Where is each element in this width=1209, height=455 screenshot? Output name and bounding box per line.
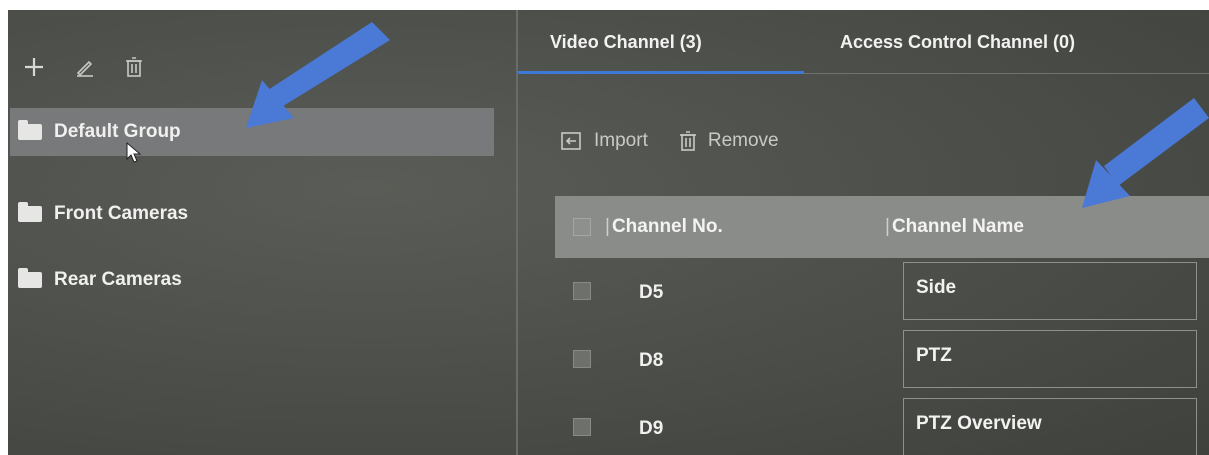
group-label: Default Group <box>54 121 181 142</box>
table-row: D5 Side <box>555 260 1209 324</box>
channel-group-panel: Default Group Front Cameras Rear Cameras… <box>8 10 1209 455</box>
tab-access-control-channel[interactable]: Access Control Channel (0) <box>840 32 1075 53</box>
import-label: Import <box>594 130 648 151</box>
remove-button[interactable]: Remove <box>678 130 779 152</box>
active-tab-indicator <box>518 71 804 74</box>
table-row: D9 PTZ Overview <box>555 396 1209 455</box>
trash-icon <box>679 131 696 151</box>
folder-icon <box>18 120 42 140</box>
pencil-icon[interactable] <box>74 56 96 78</box>
tab-video-channel[interactable]: Video Channel (3) <box>550 32 702 53</box>
pane-divider <box>516 10 518 455</box>
row-checkbox[interactable] <box>573 282 591 300</box>
channel-name-field[interactable]: PTZ Overview <box>903 398 1197 455</box>
channel-actions: Import Remove <box>560 130 779 152</box>
channel-name-field[interactable]: Side <box>903 262 1197 320</box>
column-header-channel-no[interactable]: | Channel No. <box>605 216 723 238</box>
group-item-default[interactable]: Default Group <box>10 108 494 156</box>
row-checkbox[interactable] <box>573 418 591 436</box>
table-header: | Channel No. | Channel Name <box>555 196 1209 258</box>
select-all-checkbox[interactable] <box>573 218 591 236</box>
group-sidebar: Default Group Front Cameras Rear Cameras <box>8 10 516 455</box>
group-label: Rear Cameras <box>54 269 182 290</box>
mouse-cursor-icon <box>126 142 142 163</box>
folder-icon <box>18 268 42 288</box>
row-checkbox[interactable] <box>573 350 591 368</box>
plus-icon[interactable] <box>22 55 46 79</box>
channel-name-field[interactable]: PTZ <box>903 330 1197 388</box>
group-item-front-cameras[interactable]: Front Cameras <box>10 190 494 238</box>
channel-no: D9 <box>639 418 664 439</box>
channel-no: D5 <box>639 282 664 303</box>
column-header-channel-name[interactable]: | Channel Name <box>885 216 1024 238</box>
channel-no: D8 <box>639 350 664 371</box>
remove-label: Remove <box>707 130 779 151</box>
import-button[interactable]: Import <box>560 130 648 152</box>
group-toolbar <box>22 52 144 82</box>
group-item-rear-cameras[interactable]: Rear Cameras <box>10 256 494 304</box>
folder-icon <box>18 202 42 222</box>
channel-tabs: Video Channel (3) Access Control Channel… <box>518 10 1209 76</box>
table-row: D8 PTZ <box>555 328 1209 392</box>
trash-icon[interactable] <box>124 55 144 79</box>
group-label: Front Cameras <box>54 203 189 224</box>
import-icon <box>561 132 581 150</box>
